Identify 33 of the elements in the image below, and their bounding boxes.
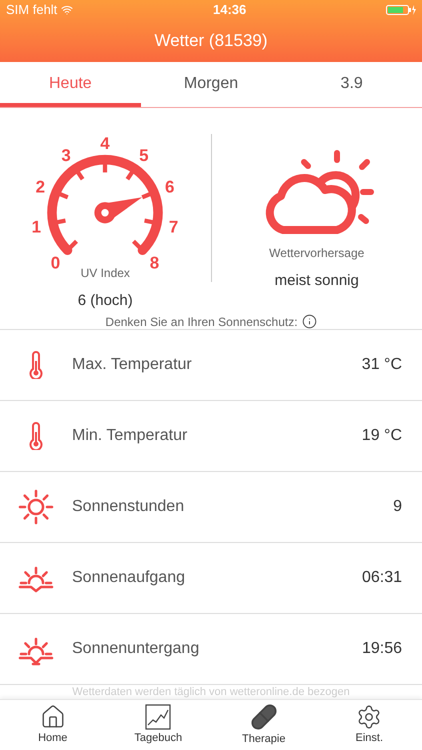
row-value: 19:56	[362, 639, 403, 659]
carrier-text: SIM fehlt	[6, 1, 58, 20]
row-label: Sonnenstunden	[72, 497, 186, 517]
settings-icon	[356, 704, 382, 730]
forecast-label: Wettervorhersage	[269, 245, 364, 262]
sun-icon	[18, 489, 54, 525]
tab-bar-item[interactable]: Home	[0, 700, 106, 750]
clock-text: 14:36	[213, 1, 246, 20]
row-value: 9	[393, 497, 403, 517]
row-label: Sonnenuntergang	[72, 639, 200, 659]
forecast-value: meist sonnig	[274, 271, 359, 291]
tab[interactable]: 3.9	[281, 62, 422, 107]
row-label: Sonnenaufgang	[72, 568, 186, 588]
battery-icon	[386, 4, 416, 16]
row-label: Min. Temperatur	[72, 426, 188, 446]
line-chart-icon	[145, 704, 172, 730]
uv-index-label: UV Index	[80, 265, 130, 282]
sunscreen-hint: Denken Sie an Ihren Sonnenschutz:	[105, 314, 298, 330]
row-value: 31 °C	[362, 355, 403, 375]
pill-icon	[250, 702, 278, 731]
tab-bar-item[interactable]: Einst.	[316, 700, 422, 750]
thermometer-icon	[29, 422, 43, 450]
uv-index-value: 6 (hoch)	[78, 291, 133, 311]
screen-title: Wetter (81539)	[154, 30, 268, 52]
tab-bar-item[interactable]: Tagebuch	[106, 700, 211, 750]
tab-bar-item[interactable]: Therapie	[211, 700, 316, 750]
tab[interactable]: Morgen	[140, 62, 282, 107]
thermometer-icon	[29, 351, 43, 379]
row-value: 19 °C	[362, 426, 403, 446]
row-label: Max. Temperatur	[72, 355, 193, 375]
info-icon[interactable]	[302, 314, 317, 329]
home-icon	[40, 704, 66, 730]
row-value: 06:31	[362, 568, 403, 588]
